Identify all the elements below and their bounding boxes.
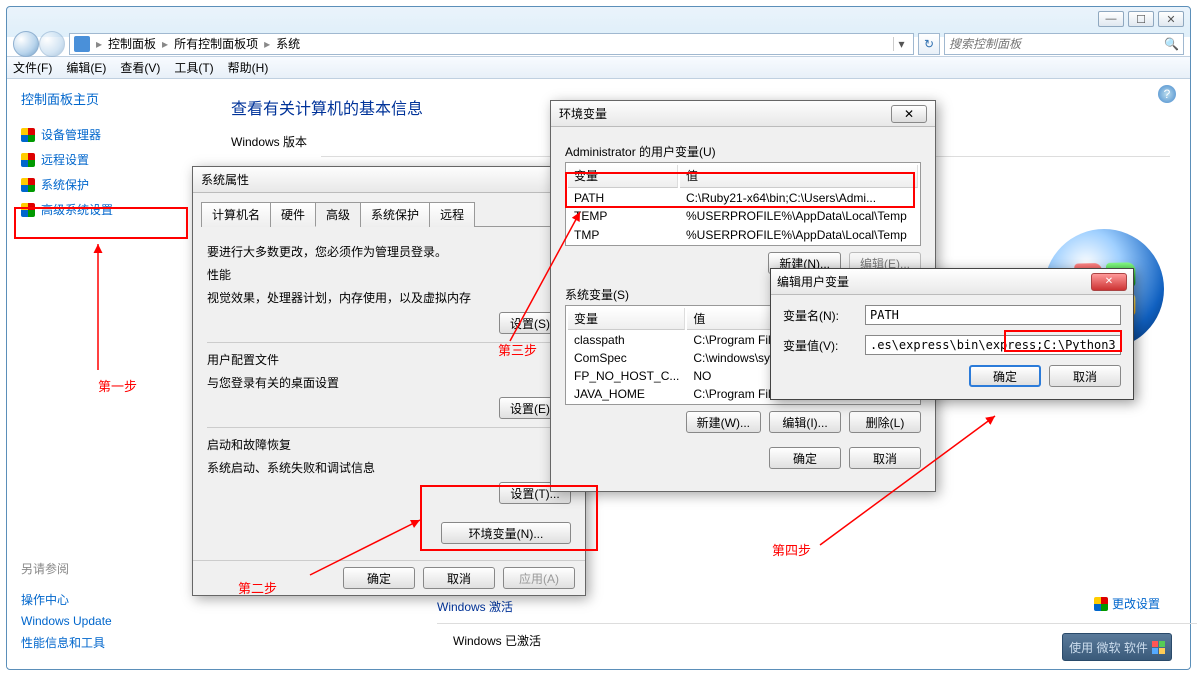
- table-row: PATHC:\Ruby21-x64\bin;C:\Users\Admi...: [568, 190, 918, 206]
- edit-user-variable-dialog: 编辑用户变量 ✕ 变量名(N): 变量值(V): 确定 取消: [770, 268, 1134, 400]
- tab-hardware[interactable]: 硬件: [270, 202, 316, 227]
- link-action-center[interactable]: 操作中心: [21, 591, 112, 608]
- close-icon[interactable]: ✕: [891, 105, 927, 123]
- var-name-label: 变量名(N):: [783, 307, 855, 324]
- col-variable[interactable]: 变量: [568, 165, 678, 188]
- link-performance-info[interactable]: 性能信息和工具: [21, 634, 112, 651]
- dialog-titlebar: 系统属性: [193, 167, 585, 193]
- user-vars-heading: Administrator 的用户变量(U): [565, 143, 921, 160]
- var-name-input[interactable]: [865, 305, 1121, 325]
- dialog-title: 系统属性: [201, 171, 249, 188]
- help-icon[interactable]: ?: [1158, 85, 1176, 103]
- close-button[interactable]: ✕: [1158, 11, 1184, 27]
- sysprop-cancel-button[interactable]: 取消: [423, 567, 495, 589]
- menu-tools[interactable]: 工具(T): [174, 59, 213, 76]
- menu-edit[interactable]: 编辑(E): [66, 59, 106, 76]
- close-icon[interactable]: ✕: [1091, 273, 1127, 291]
- titlebar: — ☐ ✕: [7, 7, 1190, 31]
- admin-note: 要进行大多数更改，您必须作为管理员登录。: [207, 243, 571, 260]
- crumb-separator: ▸: [96, 37, 102, 51]
- sidebar-item-protection[interactable]: 系统保护: [21, 176, 197, 193]
- search-input[interactable]: [949, 37, 1164, 51]
- dialog-titlebar: 环境变量 ✕: [551, 101, 935, 127]
- dialog-title: 环境变量: [559, 105, 607, 122]
- edit-ok-button[interactable]: 确定: [969, 365, 1041, 387]
- startup-desc: 系统启动、系统失败和调试信息: [207, 459, 571, 476]
- sysprop-apply-button[interactable]: 应用(A): [503, 567, 575, 589]
- sysprop-ok-button[interactable]: 确定: [343, 567, 415, 589]
- forward-button[interactable]: [39, 31, 65, 57]
- maximize-button[interactable]: ☐: [1128, 11, 1154, 27]
- menu-help[interactable]: 帮助(H): [228, 59, 269, 76]
- shield-icon: [21, 153, 35, 167]
- edit-cancel-button[interactable]: 取消: [1049, 365, 1121, 387]
- menubar: 文件(F) 编辑(E) 查看(V) 工具(T) 帮助(H): [7, 57, 1190, 79]
- shield-icon: [21, 128, 35, 142]
- crumb-control-panel[interactable]: 控制面板: [108, 35, 156, 52]
- table-row: TMP%USERPROFILE%\AppData\Local\Temp: [568, 227, 918, 243]
- table-row: TEMP%USERPROFILE%\AppData\Local\Temp: [568, 208, 918, 224]
- shield-icon: [21, 178, 35, 192]
- breadcrumb-bar[interactable]: ▸ 控制面板 ▸ 所有控制面板项 ▸ 系统 ▾: [69, 33, 914, 55]
- startup-heading: 启动和故障恢复: [207, 436, 571, 453]
- dialog-titlebar: 编辑用户变量 ✕: [771, 269, 1133, 295]
- performance-heading: 性能: [207, 266, 571, 283]
- env-cancel-button[interactable]: 取消: [849, 447, 921, 469]
- control-panel-icon: [74, 36, 90, 52]
- control-panel-home-link[interactable]: 控制面板主页: [21, 89, 197, 108]
- menu-file[interactable]: 文件(F): [13, 59, 52, 76]
- crumb-all-items[interactable]: 所有控制面板项: [174, 35, 258, 52]
- link-windows-update[interactable]: Windows Update: [21, 614, 112, 628]
- address-toolbar: ▸ 控制面板 ▸ 所有控制面板项 ▸ 系统 ▾ ↻ 🔍: [7, 31, 1190, 57]
- environment-variables-button[interactable]: 环境变量(N)...: [441, 522, 571, 544]
- back-button[interactable]: [13, 31, 39, 57]
- profiles-desc: 与您登录有关的桌面设置: [207, 374, 571, 391]
- search-box[interactable]: 🔍: [944, 33, 1184, 55]
- sidebar-item-device-manager[interactable]: 设备管理器: [21, 126, 197, 143]
- menu-view[interactable]: 查看(V): [120, 59, 160, 76]
- sys-edit-button[interactable]: 编辑(I)...: [769, 411, 841, 433]
- address-dropdown[interactable]: ▾: [893, 37, 909, 51]
- search-icon[interactable]: 🔍: [1164, 37, 1179, 51]
- tab-system-protection[interactable]: 系统保护: [360, 202, 430, 227]
- tab-advanced[interactable]: 高级: [315, 202, 361, 227]
- performance-desc: 视觉效果，处理器计划，内存使用，以及虚拟内存: [207, 289, 571, 306]
- dialog-title: 编辑用户变量: [777, 273, 849, 290]
- user-vars-table[interactable]: 变量值 PATHC:\Ruby21-x64\bin;C:\Users\Admi.…: [565, 162, 921, 246]
- see-also-heading: 另请参阅: [21, 560, 69, 577]
- system-properties-dialog: 系统属性 计算机名 硬件 高级 系统保护 远程 要进行大多数更改，您必须作为管理…: [192, 166, 586, 596]
- tab-remote[interactable]: 远程: [429, 202, 475, 227]
- sys-new-button[interactable]: 新建(W)...: [686, 411, 761, 433]
- var-value-input[interactable]: [865, 335, 1121, 355]
- crumb-system[interactable]: 系统: [276, 35, 300, 52]
- genuine-microsoft-badge: 使用 微软 软件: [1062, 633, 1172, 661]
- sys-delete-button[interactable]: 删除(L): [849, 411, 921, 433]
- col-value[interactable]: 值: [680, 165, 918, 188]
- sidebar-item-remote[interactable]: 远程设置: [21, 151, 197, 168]
- var-value-label: 变量值(V):: [783, 337, 855, 354]
- sidebar-item-advanced[interactable]: 高级系统设置: [21, 201, 197, 218]
- shield-icon: [21, 203, 35, 217]
- left-sidebar: 控制面板主页 设备管理器 远程设置 系统保护 高级系统设置 另请参阅 操作中心 …: [7, 79, 211, 667]
- tab-strip: 计算机名 硬件 高级 系统保护 远程: [201, 201, 577, 227]
- tab-computer-name[interactable]: 计算机名: [201, 202, 271, 227]
- profiles-heading: 用户配置文件: [207, 351, 571, 368]
- refresh-button[interactable]: ↻: [918, 33, 940, 55]
- minimize-button[interactable]: —: [1098, 11, 1124, 27]
- env-ok-button[interactable]: 确定: [769, 447, 841, 469]
